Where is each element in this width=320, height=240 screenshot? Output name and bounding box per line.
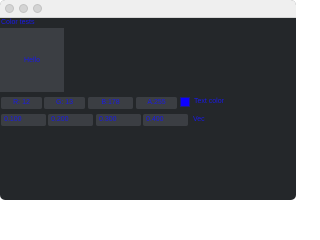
vec-x-field[interactable]: 0.100 — [1, 114, 46, 126]
minimize-window-button[interactable] — [19, 4, 28, 13]
vec-label: Vec — [193, 116, 205, 123]
title-bar — [0, 0, 296, 18]
green-field[interactable]: G: 13 — [44, 97, 85, 109]
main-content: Color tests Hello R: 12 G: 13 B:178 A:25… — [0, 18, 296, 200]
vec-z-field[interactable]: 0.300 — [96, 114, 141, 126]
text-color-label: Text color — [194, 98, 224, 105]
color-swatch[interactable] — [180, 97, 190, 107]
maximize-window-button[interactable] — [33, 4, 42, 13]
close-window-button[interactable] — [5, 4, 14, 13]
app-window: Color tests Hello R: 12 G: 13 B:178 A:25… — [0, 0, 296, 200]
header-label: Color tests — [1, 19, 35, 26]
alpha-field[interactable]: A:255 — [136, 97, 177, 109]
preview-text: Hello — [24, 56, 40, 64]
blue-field[interactable]: B:178 — [88, 97, 133, 109]
red-field[interactable]: R: 12 — [1, 97, 42, 109]
vec-y-field[interactable]: 0.200 — [48, 114, 93, 126]
preview-panel: Hello — [0, 28, 64, 92]
vec-w-field[interactable]: 0.400 — [143, 114, 188, 126]
